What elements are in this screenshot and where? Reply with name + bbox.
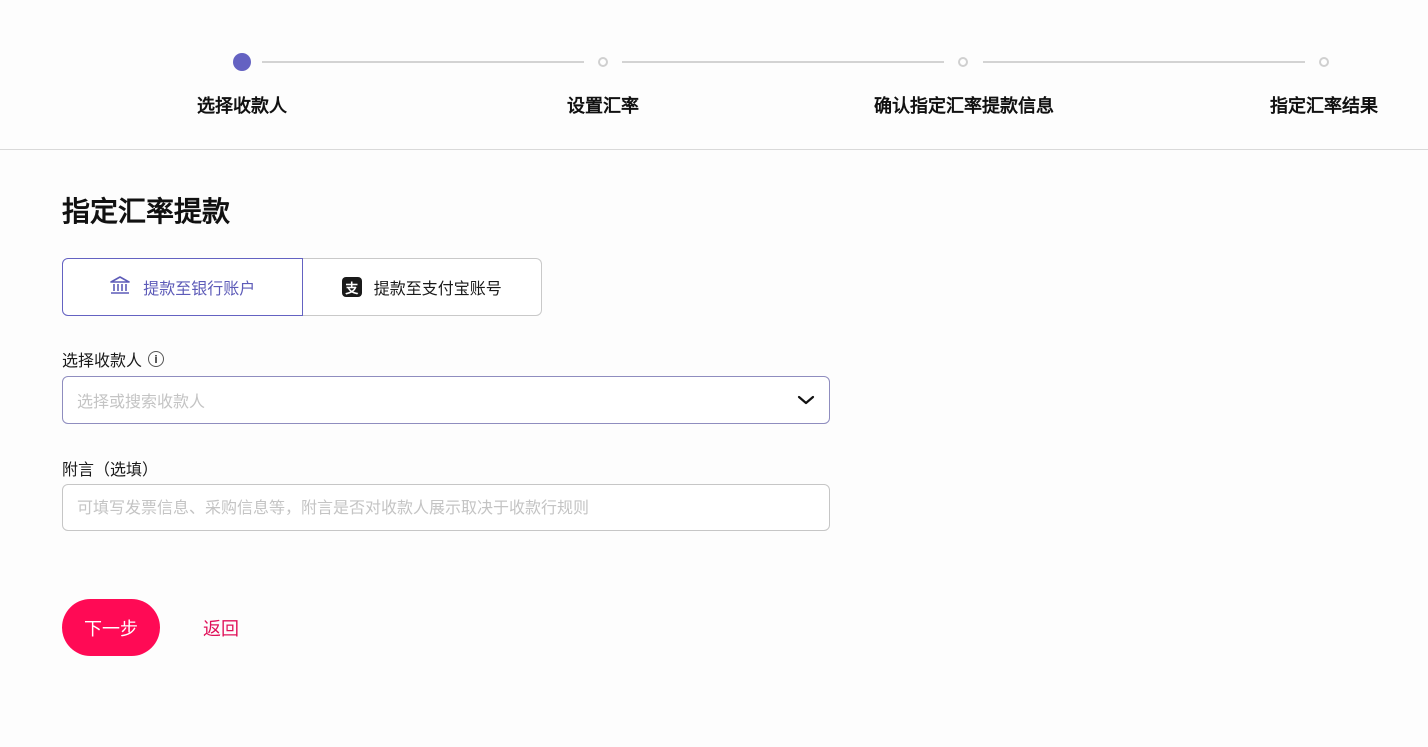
bank-account-option[interactable]: 提款至银行账户: [62, 258, 303, 316]
payee-field-label: 选择收款人 i: [62, 347, 165, 371]
step-2-indicator: [598, 57, 608, 67]
alipay-account-option[interactable]: 支 提款至支付宝账号: [302, 258, 542, 316]
alipay-icon: 支: [341, 277, 362, 297]
step-3-indicator: [958, 57, 968, 67]
bank-account-option-label: 提款至银行账户: [143, 279, 256, 298]
note-input[interactable]: [62, 484, 830, 531]
step-connector: [622, 61, 944, 63]
progress-stepper: 选择收款人 设置汇率 确认指定汇率提款信息 指定汇率结果: [0, 0, 1428, 150]
step-4-indicator: [1319, 57, 1329, 67]
step-4-label: 指定汇率结果: [1270, 96, 1378, 117]
step-1-label: 选择收款人: [197, 96, 287, 117]
step-3-label: 确认指定汇率提款信息: [874, 96, 1054, 117]
payee-select-placeholder: 选择或搜索收款人: [77, 392, 206, 411]
step-connector: [262, 61, 584, 63]
back-link[interactable]: 返回: [203, 615, 239, 641]
info-icon[interactable]: i: [148, 351, 165, 367]
bank-icon: [109, 274, 131, 300]
withdraw-method-toggle: 提款至银行账户 支 提款至支付宝账号: [62, 258, 542, 316]
payee-label-text: 选择收款人: [62, 351, 143, 370]
step-2-label: 设置汇率: [567, 96, 639, 117]
next-step-button[interactable]: 下一步: [62, 599, 160, 656]
note-label-text: 附言（选填）: [62, 460, 159, 479]
chevron-down-icon: [797, 391, 815, 409]
page-title: 指定汇率提款: [62, 195, 231, 228]
note-field-label: 附言（选填）: [62, 456, 158, 480]
payee-select[interactable]: 选择或搜索收款人: [62, 376, 830, 424]
step-1-indicator: [233, 53, 251, 71]
step-connector: [983, 61, 1305, 63]
alipay-account-option-label: 提款至支付宝账号: [373, 279, 502, 298]
